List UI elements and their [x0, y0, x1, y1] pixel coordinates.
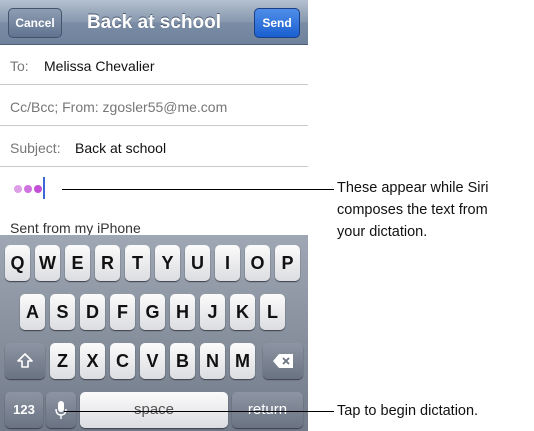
key-s[interactable]: S	[50, 294, 75, 330]
key-d[interactable]: D	[80, 294, 105, 330]
subject-label: Subject:	[10, 140, 61, 156]
dictation-dot	[14, 185, 22, 193]
key-g[interactable]: G	[140, 294, 165, 330]
dictation-dot	[24, 185, 32, 193]
key-o[interactable]: O	[245, 245, 270, 281]
callout-line-dots	[62, 189, 334, 190]
key-y[interactable]: Y	[155, 245, 180, 281]
key-w[interactable]: W	[35, 245, 60, 281]
key-j[interactable]: J	[200, 294, 225, 330]
key-c[interactable]: C	[110, 343, 135, 379]
key-k[interactable]: K	[230, 294, 255, 330]
dictation-key[interactable]	[46, 392, 76, 428]
key-f[interactable]: F	[110, 294, 135, 330]
shift-icon	[17, 353, 33, 368]
space-key[interactable]: space	[80, 392, 228, 428]
phone-screen: Cancel Back at school Send To: Melissa C…	[0, 0, 308, 431]
delete-key[interactable]	[263, 343, 303, 379]
cancel-button[interactable]: Cancel	[8, 8, 62, 38]
key-q[interactable]: Q	[5, 245, 30, 281]
key-u[interactable]: U	[185, 245, 210, 281]
subject-row[interactable]: Subject: Back at school	[0, 127, 308, 167]
to-recipient[interactable]: Melissa Chevalier	[44, 58, 154, 74]
callout-dots-line-1: These appear while Siri	[337, 180, 489, 196]
ccbcc-from-row[interactable]: Cc/Bcc; From: zgosler55@me.com	[0, 86, 308, 126]
callout-dots-line-2: composes the text from	[337, 202, 488, 218]
callout-mic-key: Tap to begin dictation.	[337, 403, 479, 419]
key-p[interactable]: P	[275, 245, 300, 281]
key-l[interactable]: L	[260, 294, 285, 330]
callout-dots-line-3: your dictation.	[337, 224, 428, 240]
text-cursor	[43, 177, 45, 199]
key-x[interactable]: X	[80, 343, 105, 379]
keyboard: Q W E R T Y U I O P A S D F G H J K L Z …	[0, 235, 308, 431]
key-a[interactable]: A	[20, 294, 45, 330]
key-e[interactable]: E	[65, 245, 90, 281]
callout-line-mic	[64, 411, 334, 412]
message-body[interactable]: Sent from my iPhone	[0, 168, 308, 236]
return-key[interactable]: return	[232, 392, 303, 428]
signature-text: Sent from my iPhone	[10, 220, 141, 236]
to-label: To:	[10, 58, 29, 74]
shift-key[interactable]	[5, 343, 45, 379]
send-button[interactable]: Send	[254, 8, 300, 38]
microphone-icon	[55, 401, 67, 419]
numbers-key[interactable]: 123	[5, 392, 43, 428]
dictation-dot	[34, 185, 42, 193]
delete-icon	[273, 354, 293, 368]
key-n[interactable]: N	[200, 343, 225, 379]
key-b[interactable]: B	[170, 343, 195, 379]
subject-value[interactable]: Back at school	[75, 140, 166, 156]
key-v[interactable]: V	[140, 343, 165, 379]
navigation-bar: Cancel Back at school Send	[0, 0, 308, 45]
to-field-row[interactable]: To: Melissa Chevalier	[0, 45, 308, 85]
callout-dictation-dots: These appear while Siri composes the tex…	[337, 177, 532, 243]
key-z[interactable]: Z	[50, 343, 75, 379]
key-h[interactable]: H	[170, 294, 195, 330]
key-r[interactable]: R	[95, 245, 120, 281]
nav-title: Back at school	[86, 12, 222, 33]
key-t[interactable]: T	[125, 245, 150, 281]
key-i[interactable]: I	[215, 245, 240, 281]
key-m[interactable]: M	[230, 343, 255, 379]
ccbcc-from-label: Cc/Bcc; From: zgosler55@me.com	[10, 99, 228, 115]
